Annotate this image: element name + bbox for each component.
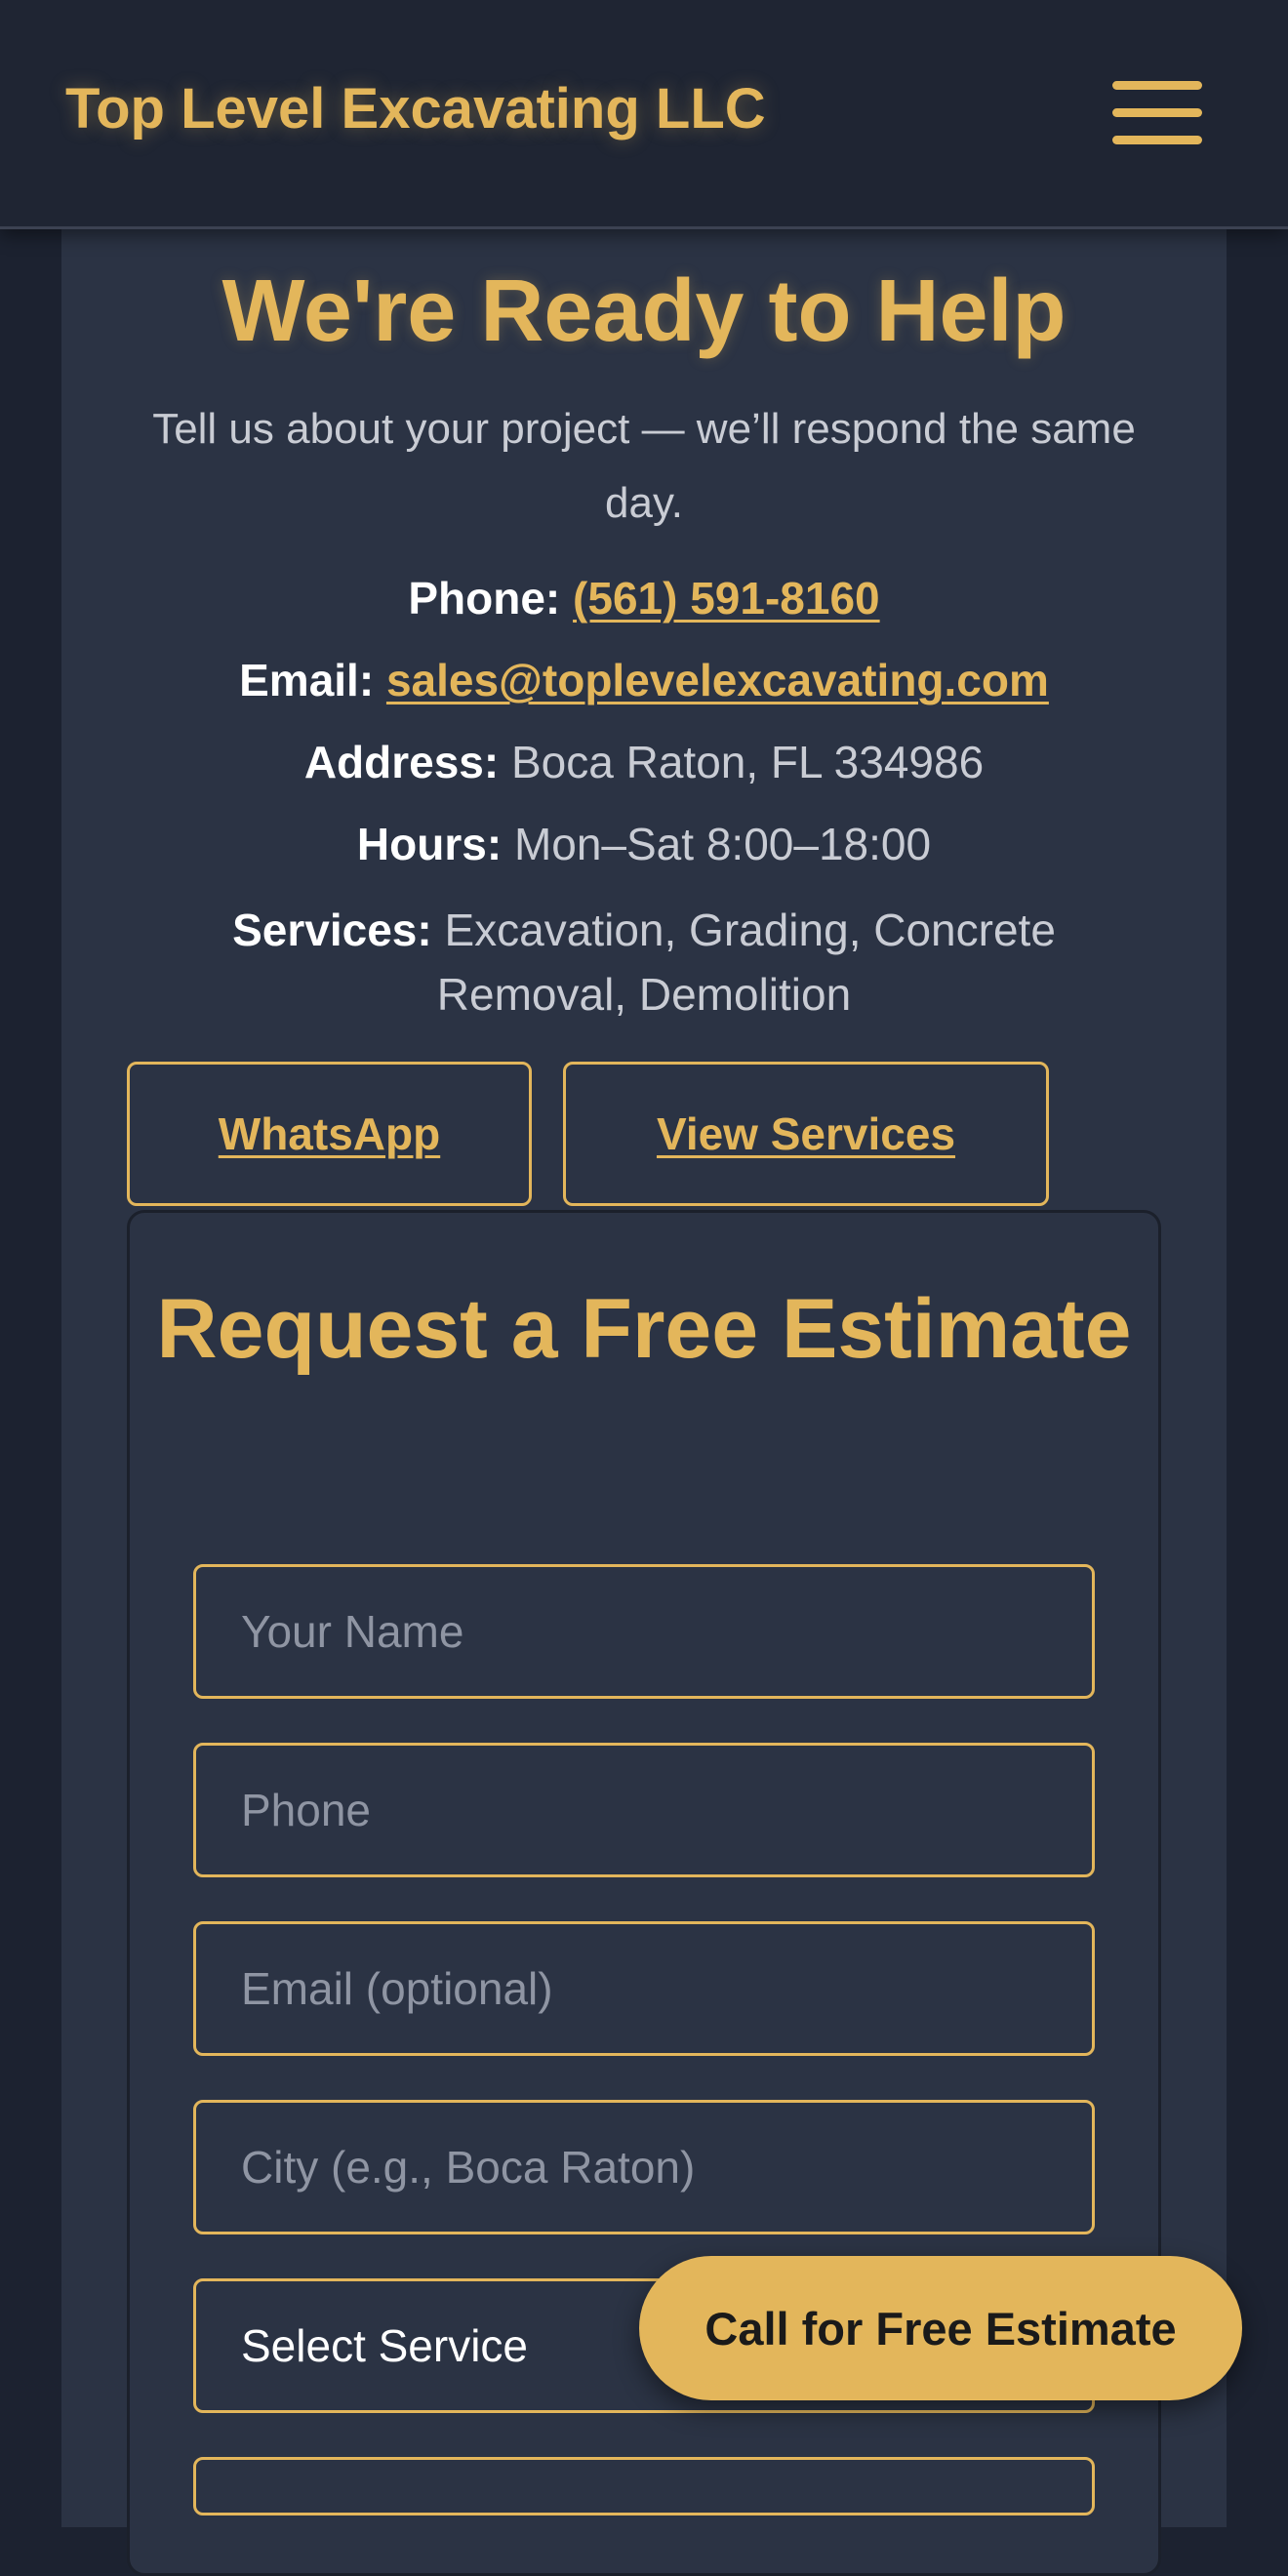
- form-title: Request a Free Estimate: [156, 1282, 1132, 1376]
- page-title: We're Ready to Help: [221, 262, 1067, 360]
- hamburger-bar: [1112, 136, 1202, 144]
- phone-line: Phone: (561) 591-8160: [61, 572, 1227, 624]
- phone-field[interactable]: [193, 1743, 1095, 1877]
- whatsapp-button-label: WhatsApp: [218, 1108, 441, 1159]
- services-label: Services:: [232, 905, 432, 955]
- address-value: Boca Raton, FL 334986: [510, 737, 985, 787]
- call-free-estimate-button[interactable]: Call for Free Estimate: [639, 2256, 1242, 2400]
- view-services-button[interactable]: View Services: [563, 1062, 1049, 1206]
- phone-link[interactable]: (561) 591-8160: [573, 573, 880, 624]
- call-free-estimate-label: Call for Free Estimate: [704, 2302, 1177, 2355]
- address-line: Address: Boca Raton, FL 334986: [61, 736, 1227, 788]
- hamburger-menu-icon[interactable]: [1112, 78, 1202, 146]
- address-label: Address:: [303, 737, 500, 787]
- email-line: Email: sales@toplevelexcavating.com: [61, 654, 1227, 706]
- view-services-button-label: View Services: [656, 1108, 956, 1159]
- name-field[interactable]: [193, 1564, 1095, 1699]
- hamburger-bar: [1112, 108, 1202, 117]
- city-field[interactable]: [193, 2100, 1095, 2234]
- email-link[interactable]: sales@toplevelexcavating.com: [386, 655, 1049, 705]
- services-line: Services: Excavation, Grading, Concrete …: [146, 898, 1142, 1026]
- services-value: Excavation, Grading, Concrete Removal, D…: [436, 905, 1056, 1020]
- site-header: Top Level Excavating LLC: [0, 0, 1288, 229]
- brand-logo-text[interactable]: Top Level Excavating LLC: [65, 76, 766, 141]
- hours-value: Mon–Sat 8:00–18:00: [513, 819, 932, 869]
- phone-label: Phone:: [408, 573, 561, 624]
- email-label: Email:: [239, 655, 375, 705]
- whatsapp-button[interactable]: WhatsApp: [127, 1062, 532, 1206]
- email-field[interactable]: [193, 1921, 1095, 2056]
- hours-label: Hours:: [356, 819, 503, 869]
- hours-line: Hours: Mon–Sat 8:00–18:00: [61, 818, 1227, 870]
- hamburger-bar: [1112, 81, 1202, 90]
- service-select-value: Select Service: [241, 2320, 529, 2371]
- next-form-field[interactable]: [193, 2457, 1095, 2516]
- page-subtitle: Tell us about your project — we’ll respo…: [152, 405, 1136, 527]
